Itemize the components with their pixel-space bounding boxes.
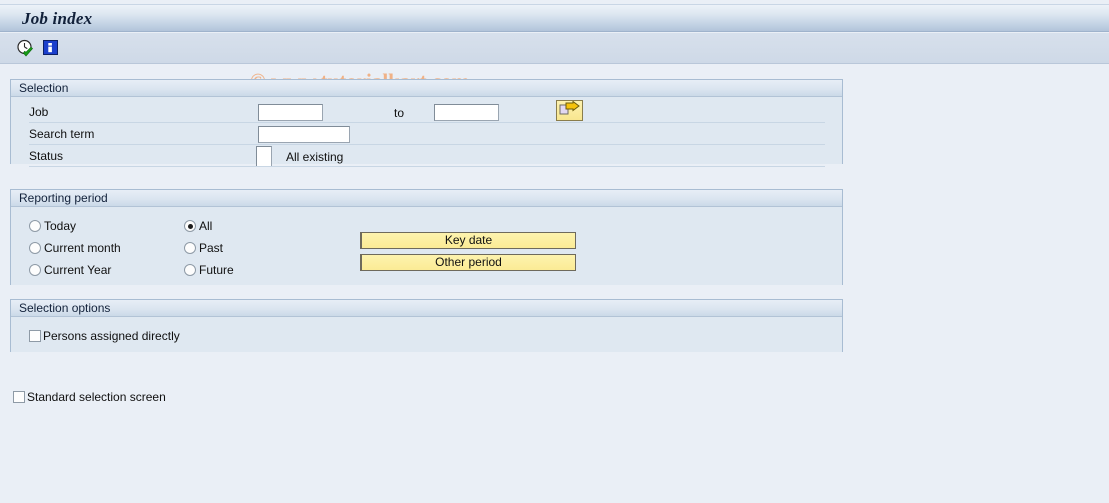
selection-group-body: Job to Search term Status All existing — [11, 97, 842, 167]
radio-future-label: Future — [199, 263, 234, 277]
radio-past-label: Past — [199, 241, 224, 255]
search-term-label: Search term — [29, 127, 95, 141]
radio-past-mark — [184, 242, 196, 254]
multiple-selection-arrow-icon — [559, 100, 580, 115]
key-date-button[interactable]: Key date — [360, 232, 576, 249]
page-title: Job index — [22, 9, 93, 28]
radio-all-mark — [184, 220, 196, 232]
application-toolbar: © www.tutorialkart.com — [0, 33, 1109, 93]
checkbox-persons-assigned-directly-mark — [29, 330, 41, 342]
info-icon[interactable] — [41, 39, 60, 58]
search-term-input[interactable] — [258, 126, 350, 143]
multiple-selection-button[interactable] — [556, 100, 583, 121]
radio-all-label: All — [199, 219, 213, 233]
job-to-label: to — [394, 106, 405, 120]
search-term-field-row: Search term — [11, 123, 842, 145]
checkbox-standard-selection-screen-mark — [13, 391, 25, 403]
job-field-row: Job to — [11, 101, 842, 123]
radio-current-month-mark — [29, 242, 41, 254]
job-from-input[interactable] — [258, 104, 323, 121]
selection-options-group-header: Selection options — [11, 300, 842, 317]
radio-today-mark — [29, 220, 41, 232]
checkbox-persons-assigned-directly-label: Persons assigned directly — [43, 329, 180, 343]
status-input[interactable] — [256, 146, 272, 167]
selection-options-group-body: Persons assigned directly — [11, 317, 842, 352]
job-label: Job — [29, 105, 49, 119]
radio-current-month-label: Current month — [44, 241, 121, 255]
selection-group-box: Selection Job to Search term Status All … — [10, 79, 843, 167]
status-label: Status — [29, 149, 64, 163]
radio-current-year-mark — [29, 264, 41, 276]
execute-clock-icon[interactable] — [16, 39, 35, 58]
status-row-divider — [29, 166, 825, 167]
radio-current-year-label: Current Year — [44, 263, 112, 277]
other-period-button[interactable]: Other period — [360, 254, 576, 271]
reporting-period-group-header: Reporting period — [11, 190, 842, 207]
status-field-row: Status All existing — [11, 145, 842, 167]
checkbox-standard-selection-screen-label: Standard selection screen — [27, 390, 166, 404]
window-title-bar: Job index — [0, 4, 1109, 32]
status-description: All existing — [286, 150, 344, 164]
selection-group-header: Selection — [11, 80, 842, 97]
radio-today-label: Today — [44, 219, 77, 233]
radio-future-mark — [184, 264, 196, 276]
job-to-input[interactable] — [434, 104, 499, 121]
selection-options-group-box: Selection options Persons assigned direc… — [10, 299, 843, 352]
